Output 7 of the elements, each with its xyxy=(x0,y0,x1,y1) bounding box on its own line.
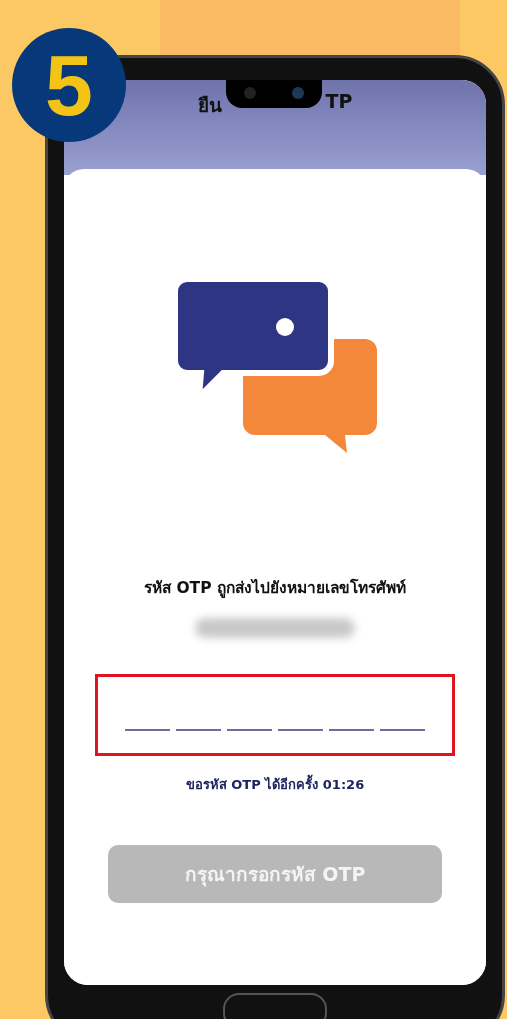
home-button[interactable] xyxy=(223,993,327,1019)
otp-sent-message: รหัส OTP ถูกส่งไปยังหมายเลขโทรศัพท์ xyxy=(144,577,406,600)
step-badge: 5 xyxy=(12,28,126,142)
header-title: ยืน xyxy=(197,93,222,118)
resend-countdown: ขอรหัส OTP ได้อีกครั้ง 01:26 xyxy=(185,774,365,795)
header-title: TP xyxy=(325,90,353,112)
otp-input-field[interactable] xyxy=(95,674,455,756)
